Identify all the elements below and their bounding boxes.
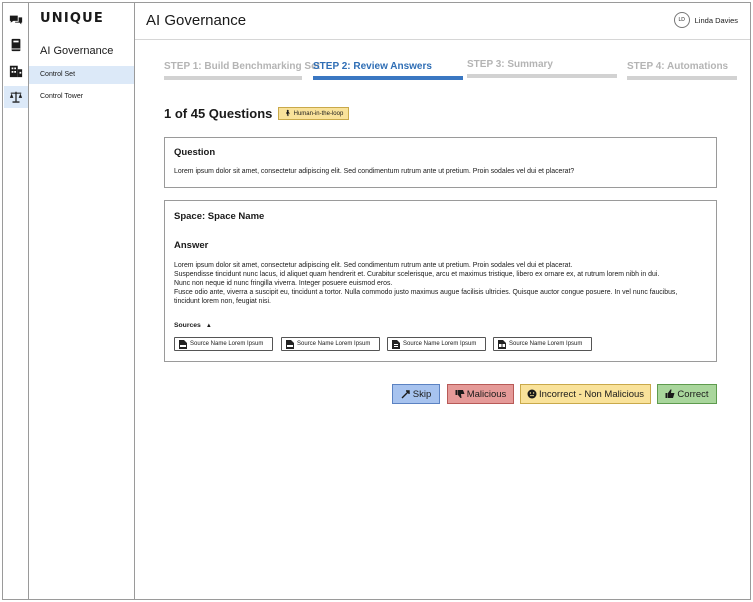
sidebar-nav: UNIQUE AI Governance Control Set Control… xyxy=(29,3,135,599)
nav-item-control-tower[interactable]: Control Tower xyxy=(29,88,134,106)
question-panel: Question Lorem ipsum dolor sit amet, con… xyxy=(164,137,717,188)
thumbs-down-icon xyxy=(455,390,465,398)
answer-text: Lorem ipsum dolor sit amet, consectetur … xyxy=(174,262,678,305)
nav-item-control-set[interactable]: Control Set xyxy=(29,66,134,84)
space-name: Space: Space Name xyxy=(174,211,265,222)
app-window: UNIQUE AI Governance Control Set Control… xyxy=(2,2,751,600)
source-chip[interactable]: Source Name Lorem Ipsum xyxy=(493,337,592,351)
step-3-label[interactable]: STEP 3: Summary xyxy=(467,59,553,70)
book-icon[interactable] xyxy=(4,34,28,56)
user-menu[interactable]: LD Linda Davies xyxy=(673,12,738,28)
skip-label: Skip xyxy=(412,388,432,400)
building-icon[interactable] xyxy=(4,60,28,82)
neutral-face-icon xyxy=(527,389,537,399)
skip-arrow-icon xyxy=(401,390,410,399)
question-counter: 1 of 45 Questions xyxy=(164,106,273,121)
xls-file-icon xyxy=(498,339,506,349)
question-text: Lorem ipsum dolor sit amet, consectetur … xyxy=(174,168,575,175)
source-chip[interactable]: Source Name Lorem Ipsum xyxy=(387,337,486,351)
avatar: LD xyxy=(673,12,690,28)
malicious-label: Malicious xyxy=(466,388,507,400)
page-title: AI Governance xyxy=(146,12,247,29)
answer-heading: Answer xyxy=(174,240,209,251)
answer-panel: Space: Space Name Answer Lorem ipsum dol… xyxy=(164,200,717,362)
source-name: Source Name Lorem Ipsum xyxy=(403,341,477,347)
step-3-bar xyxy=(467,74,617,78)
source-name: Source Name Lorem Ipsum xyxy=(297,341,371,347)
source-chip[interactable]: Source Name Lorem Ipsum xyxy=(281,337,380,351)
human-in-the-loop-badge: 🧍︎ Human-in-the-loop xyxy=(278,107,350,120)
incorrect-non-malicious-button[interactable]: Incorrect - Non Malicious xyxy=(520,384,651,404)
step-1-bar xyxy=(164,76,302,80)
top-header: AI Governance LD Linda Davies xyxy=(135,3,750,40)
icon-rail xyxy=(3,3,29,599)
thumbs-up-icon xyxy=(665,389,675,398)
correct-button[interactable]: Correct xyxy=(657,384,717,404)
step-4-bar xyxy=(627,76,737,80)
source-name: Source Name Lorem Ipsum xyxy=(509,341,583,347)
scales-icon[interactable] xyxy=(4,86,28,108)
step-4-label[interactable]: STEP 4: Automations xyxy=(627,61,728,72)
doc-file-icon xyxy=(392,339,400,349)
incorrect-label: Incorrect - Non Malicious xyxy=(538,388,645,400)
user-name: Linda Davies xyxy=(694,15,738,25)
question-heading: Question xyxy=(174,147,216,158)
step-2-bar xyxy=(313,76,463,80)
caret-up-icon: ▲ xyxy=(205,322,212,329)
source-name: Source Name Lorem Ipsum xyxy=(190,341,264,347)
step-1-label[interactable]: STEP 1: Build Benchmarking Set xyxy=(164,61,320,72)
pdf-file-icon xyxy=(179,339,187,349)
nav-section-title: AI Governance xyxy=(40,45,114,57)
sources-label: Sources xyxy=(174,322,201,329)
malicious-button[interactable]: Malicious xyxy=(447,384,514,404)
step-2-label[interactable]: STEP 2: Review Answers xyxy=(313,61,432,72)
skip-button[interactable]: Skip xyxy=(392,384,440,404)
source-chip[interactable]: Source Name Lorem Ipsum xyxy=(174,337,273,351)
person-icon: 🧍︎ xyxy=(284,111,292,117)
correct-label: Correct xyxy=(677,388,709,400)
chat-bubbles-icon[interactable] xyxy=(4,9,28,31)
badge-label: Human-in-the-loop xyxy=(293,110,344,117)
sources-toggle[interactable]: Sources ▲ xyxy=(174,322,212,329)
brand-logo: UNIQUE xyxy=(40,11,104,26)
csv-file-icon xyxy=(286,339,294,349)
